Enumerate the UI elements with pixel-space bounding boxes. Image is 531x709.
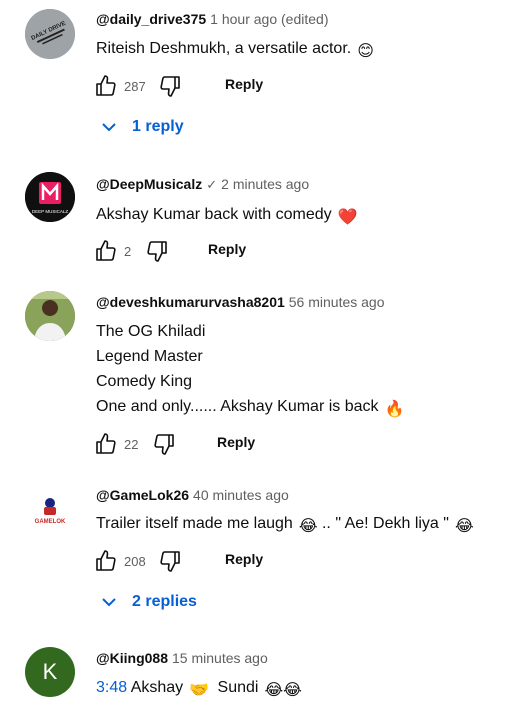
chevron-down-icon <box>102 123 116 132</box>
comment-line: Akshay Kumar back with comedy <box>96 206 332 223</box>
comment-header: @GameLok26 40 minutes ago <box>96 487 289 503</box>
comment-header: @DeepMusicalz ✓ 2 minutes ago <box>96 176 309 193</box>
author-handle[interactable]: @Kiing088 <box>96 650 168 666</box>
reply-button[interactable]: Reply <box>225 76 263 92</box>
comment-header: @deveshkumarurvasha8201 56 minutes ago <box>96 294 385 310</box>
comment-text: 3:48 Akshay 🤝 Sundi 😂😂 <box>96 675 302 703</box>
comment-time[interactable]: 2 minutes ago <box>221 176 309 192</box>
dislike-button[interactable] <box>156 72 184 100</box>
dislike-button[interactable] <box>150 430 178 458</box>
user-photo-icon <box>25 291 75 341</box>
thumbs-up-icon <box>96 240 116 261</box>
replies-label: 2 replies <box>132 593 197 610</box>
verified-check-icon: ✓ <box>206 177 218 192</box>
author-handle[interactable]: @DeepMusicalz <box>96 176 202 192</box>
avatar[interactable]: DEEP MUSICALZ <box>25 172 75 222</box>
like-button[interactable] <box>92 237 120 265</box>
replies-label: 1 reply <box>132 118 184 135</box>
comment-line: Trailer itself made me laugh <box>96 515 293 532</box>
like-count: 208 <box>124 553 146 569</box>
comment-line: Comedy King <box>96 373 193 390</box>
comment-text: Trailer itself made me laugh 😂 .. " Ae! D… <box>96 511 474 539</box>
author-handle[interactable]: @daily_drive375 <box>96 11 206 27</box>
like-button[interactable] <box>92 72 120 100</box>
author-handle[interactable]: @deveshkumarurvasha8201 <box>96 294 285 310</box>
comment-actions: 2 Reply <box>92 237 246 265</box>
comment-line: Legend Master <box>96 348 203 365</box>
comment-time[interactable]: 56 minutes ago <box>289 294 385 310</box>
reply-button[interactable]: Reply <box>217 434 255 450</box>
laughing-emoji-icon: 😂 <box>298 518 318 535</box>
avatar-letter: K <box>42 659 58 684</box>
comment-header: @daily_drive375 1 hour ago (edited) <box>96 11 328 27</box>
laughing-emoji-icon: 😂😂 <box>264 682 302 699</box>
laughing-emoji-icon: 😂 <box>454 518 474 535</box>
comment-actions: 287 Reply <box>92 72 263 100</box>
comment-line: Riteish Deshmukh, a versatile actor. <box>96 40 352 57</box>
dislike-button[interactable] <box>143 237 171 265</box>
avatar[interactable]: DAILY DRIVE <box>25 9 75 59</box>
thumbs-down-icon <box>154 434 175 455</box>
reply-button[interactable]: Reply <box>208 241 246 257</box>
thumbs-down-icon <box>160 76 180 97</box>
view-replies-button[interactable]: 1 reply <box>100 118 184 136</box>
avatar[interactable]: GAMELOK <box>25 484 75 534</box>
comment-text: The OG Khiladi Legend Master Comedy King… <box>96 319 404 422</box>
view-replies-button[interactable]: 2 replies <box>100 593 197 611</box>
comment-time[interactable]: 15 minutes ago <box>172 650 268 666</box>
comment-text: Akshay Kumar back with comedy ❤️ <box>96 202 358 230</box>
fire-emoji-icon: 🔥 <box>384 401 405 418</box>
comment-word: Sundi <box>217 679 259 696</box>
comment-line: The OG Khiladi <box>96 323 206 340</box>
smile-emoji-icon: 😊 <box>357 43 374 60</box>
dislike-button[interactable] <box>156 547 184 575</box>
thumbs-up-icon <box>96 75 116 96</box>
comment-text: Riteish Deshmukh, a versatile actor. 😊 <box>96 36 374 64</box>
avatar[interactable] <box>25 291 75 341</box>
daily-drive-logo-icon: DAILY DRIVE <box>25 9 75 59</box>
thumbs-down-icon <box>160 551 180 572</box>
like-button[interactable] <box>92 430 120 458</box>
deep-musicalz-logo-icon: DEEP MUSICALZ <box>25 172 75 222</box>
thumbs-up-icon <box>96 433 116 454</box>
thumbs-up-icon <box>96 550 116 571</box>
comment-line: .. " Ae! Dekh liya " <box>321 515 449 532</box>
like-count: 287 <box>124 78 146 94</box>
comment-actions: 208 Reply <box>92 547 263 575</box>
svg-text:DEEP MUSICALZ: DEEP MUSICALZ <box>32 209 68 214</box>
comment-word: Akshay <box>130 679 184 696</box>
comment-line: One and only...... Akshay Kumar is back <box>96 398 379 415</box>
like-count: 2 <box>124 243 132 259</box>
author-handle[interactable]: @GameLok26 <box>96 487 189 503</box>
handshake-emoji-icon: 🤝 <box>189 682 210 699</box>
comment-time[interactable]: 40 minutes ago <box>193 487 289 503</box>
video-timestamp-link[interactable]: 3:48 <box>96 679 127 696</box>
comment-header: @Kiing088 15 minutes ago <box>96 650 268 666</box>
like-button[interactable] <box>92 547 120 575</box>
comment-time[interactable]: 1 hour ago (edited) <box>210 11 328 27</box>
comment-actions: 22 Reply <box>92 430 255 458</box>
like-count: 22 <box>124 436 139 452</box>
reply-button[interactable]: Reply <box>225 551 263 567</box>
avatar[interactable]: K <box>25 647 75 697</box>
gamelok-logo-icon: GAMELOK <box>25 484 75 534</box>
svg-text:GAMELOK: GAMELOK <box>35 519 66 525</box>
red-heart-emoji-icon: ❤️ <box>337 209 358 226</box>
chevron-down-icon <box>102 598 116 607</box>
thumbs-down-icon <box>147 241 168 262</box>
